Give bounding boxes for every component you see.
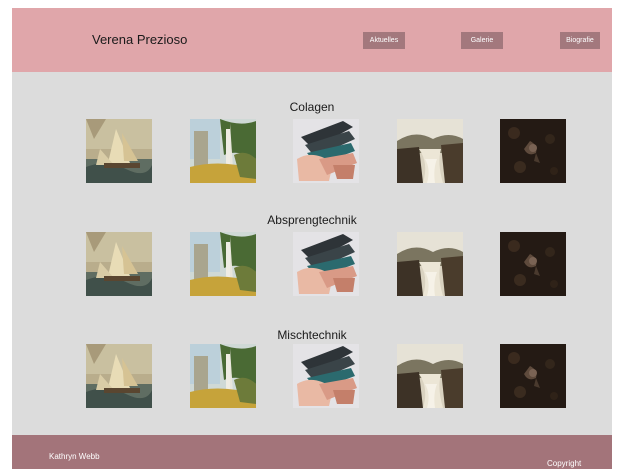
footer-author-name: Kathryn Webb (49, 452, 100, 461)
section-title-colagen: Colagen (289, 100, 335, 114)
section-title-absprengtechnik: Absprengtechnik (267, 213, 357, 227)
header: Verena Prezioso Aktuelles Galerie Biogra… (12, 8, 612, 72)
ship-painting-thumbnail[interactable] (86, 232, 152, 296)
gallery-row-absprengtechnik (12, 232, 612, 298)
ship-painting-thumbnail[interactable] (86, 119, 152, 183)
nav-galerie-button[interactable]: Galerie (461, 32, 503, 49)
waterfall-painting-thumbnail[interactable] (397, 344, 463, 408)
footer: Kathryn Webb Copyright (12, 435, 612, 469)
waterfall-painting-thumbnail[interactable] (397, 232, 463, 296)
hands-painting-thumbnail[interactable] (293, 344, 359, 408)
dark-floral-painting-thumbnail[interactable] (500, 119, 566, 183)
hands-painting-thumbnail[interactable] (293, 232, 359, 296)
forest-painting-thumbnail[interactable] (190, 344, 256, 408)
forest-painting-thumbnail[interactable] (190, 232, 256, 296)
dark-floral-painting-thumbnail[interactable] (500, 344, 566, 408)
site-title[interactable]: Verena Prezioso (92, 32, 187, 47)
footer-copyright: Copyright (547, 459, 582, 468)
dark-floral-painting-thumbnail[interactable] (500, 232, 566, 296)
ship-painting-thumbnail[interactable] (86, 344, 152, 408)
nav-biografie-button[interactable]: Biografie (560, 32, 600, 49)
page: Verena Prezioso Aktuelles Galerie Biogra… (12, 8, 612, 469)
section-title-mischtechnik: Mischtechnik (277, 328, 347, 342)
gallery-row-colagen (12, 119, 612, 185)
nav-aktuelles-button[interactable]: Aktuelles (363, 32, 405, 49)
hands-painting-thumbnail[interactable] (293, 119, 359, 183)
forest-painting-thumbnail[interactable] (190, 119, 256, 183)
waterfall-painting-thumbnail[interactable] (397, 119, 463, 183)
gallery-row-mischtechnik (12, 344, 612, 410)
